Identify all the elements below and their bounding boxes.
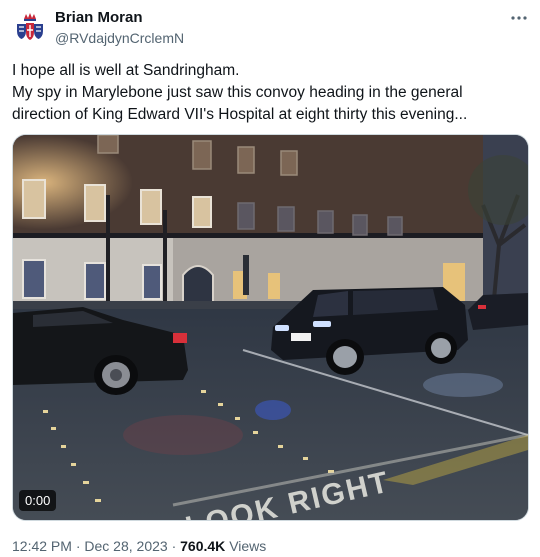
tweet-time[interactable]: 12:42 PM <box>12 538 72 554</box>
author-handle[interactable]: @RVdajdynCrclemN <box>55 29 184 47</box>
views-label: Views <box>229 538 267 554</box>
tweet-text-line: My spy in Marylebone just saw this convo… <box>12 84 463 101</box>
tweet-meta: 12:42 PM · Dec 28, 2023 · 760.4K Views <box>12 537 266 555</box>
crown-crest-icon <box>17 13 43 40</box>
more-horizontal-icon <box>511 16 527 20</box>
views-count[interactable]: 760.4K <box>180 538 225 554</box>
tweet-text-line: direction of King Edward VII's Hospital … <box>12 106 468 123</box>
meta-separator: · <box>75 538 81 554</box>
video-player[interactable]: LOOK RIGHT <box>12 134 529 521</box>
tweet-date[interactable]: Dec 28, 2023 <box>84 538 167 554</box>
tweet-text-line: I hope all is well at Sandringham. <box>12 62 240 79</box>
tweet-text: I hope all is well at Sandringham. My sp… <box>12 60 532 126</box>
more-options-button[interactable] <box>508 8 530 28</box>
video-thumbnail: LOOK RIGHT <box>13 135 528 520</box>
avatar[interactable] <box>11 8 49 46</box>
author-display-name[interactable]: Brian Moran <box>55 9 143 27</box>
meta-separator: · <box>171 538 177 554</box>
video-duration-badge: 0:00 <box>19 490 57 511</box>
